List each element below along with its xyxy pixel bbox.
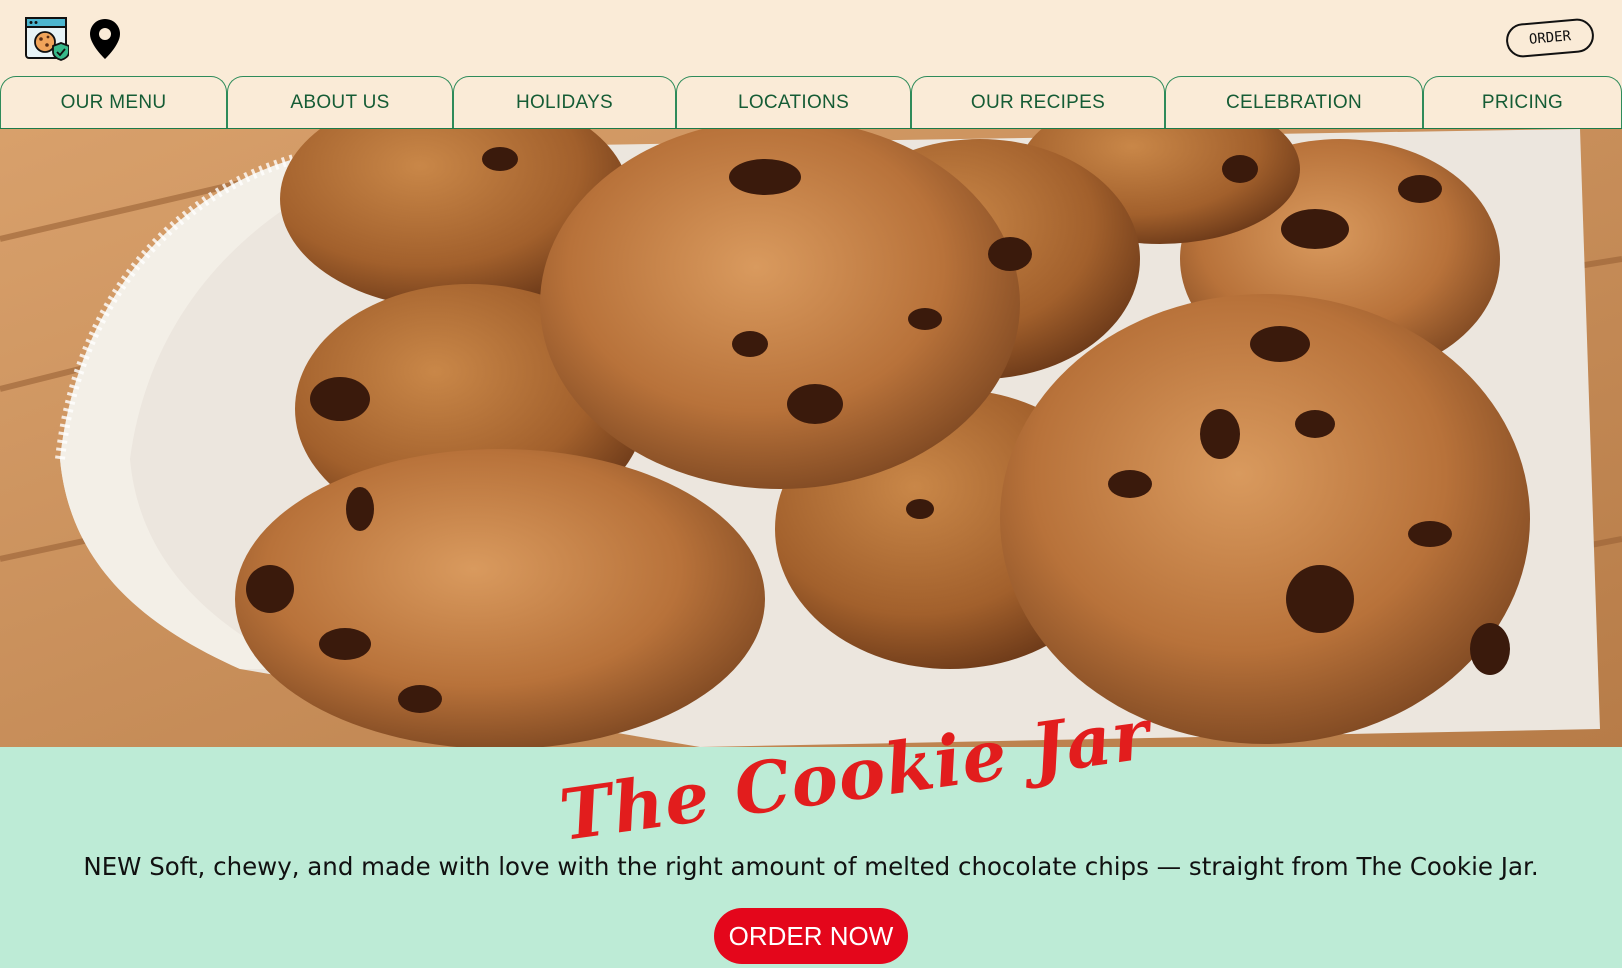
cookie-browser-icon[interactable] — [25, 17, 70, 61]
tab-our-menu[interactable]: OUR MENU — [0, 76, 227, 128]
tab-our-recipes[interactable]: OUR RECIPES — [911, 76, 1165, 128]
promo-tagline: NEW Soft, chewy, and made with love with… — [83, 852, 1539, 881]
hero-image — [0, 129, 1622, 747]
main-nav: OUR MENU ABOUT US HOLIDAYS LOCATIONS OUR… — [0, 76, 1622, 129]
tab-locations[interactable]: LOCATIONS — [676, 76, 911, 128]
tab-about-us[interactable]: ABOUT US — [227, 76, 453, 128]
tab-celebration[interactable]: CELEBRATION — [1165, 76, 1423, 128]
order-button[interactable]: ORDER — [1504, 17, 1596, 59]
tab-holidays[interactable]: HOLIDAYS — [453, 76, 676, 128]
order-now-button[interactable]: ORDER NOW — [714, 908, 908, 964]
site-header: ORDER — [0, 0, 1622, 76]
tab-pricing[interactable]: PRICING — [1423, 76, 1622, 128]
map-pin-icon[interactable] — [88, 18, 122, 60]
